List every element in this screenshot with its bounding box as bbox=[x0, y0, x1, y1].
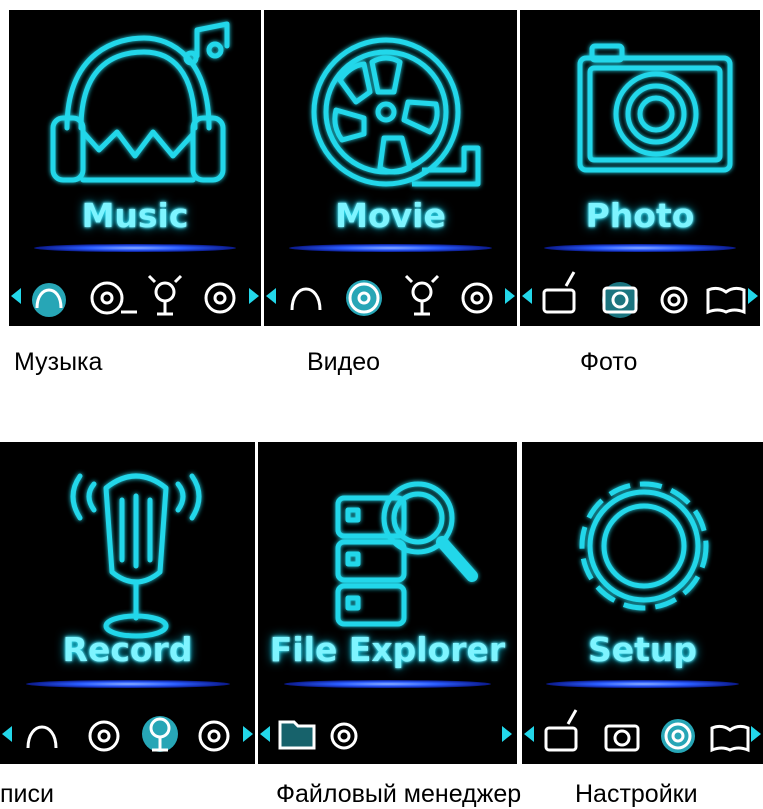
nav-bar bbox=[260, 720, 512, 750]
caption-record: писи bbox=[0, 780, 54, 808]
screen-setup[interactable]: Setup bbox=[522, 442, 763, 764]
nav-bar bbox=[524, 709, 761, 753]
nav-right-arrow[interactable] bbox=[748, 288, 758, 304]
caption-file-explorer: Файловый менеджер bbox=[276, 780, 522, 808]
disc-icon bbox=[198, 720, 230, 752]
screen-movie[interactable]: Movie bbox=[264, 10, 517, 326]
caption-music: Музыка bbox=[14, 348, 103, 376]
nav-right-arrow[interactable] bbox=[505, 288, 515, 304]
radio-icon bbox=[542, 288, 576, 314]
nav-left-arrow[interactable] bbox=[11, 288, 21, 304]
gear-icon bbox=[660, 286, 688, 314]
disc-icon bbox=[204, 282, 236, 314]
nav-left-arrow[interactable] bbox=[524, 726, 534, 742]
headphones-icon bbox=[26, 725, 58, 749]
nav-left-arrow[interactable] bbox=[522, 288, 532, 304]
gear-icon bbox=[330, 722, 358, 750]
screen-file-explorer[interactable]: File Explorer bbox=[258, 442, 517, 764]
caption-setup: Настройки bbox=[575, 780, 698, 808]
nav-bar bbox=[11, 274, 259, 317]
nav-bar bbox=[2, 716, 253, 752]
screen-record[interactable]: Record bbox=[0, 442, 255, 764]
film-reel-icon bbox=[88, 720, 120, 752]
nav-right-arrow[interactable] bbox=[502, 726, 512, 742]
nav-bar bbox=[522, 271, 758, 318]
nav-right-arrow[interactable] bbox=[751, 726, 761, 742]
nav-left-arrow[interactable] bbox=[266, 288, 276, 304]
film-reel-icon bbox=[90, 281, 124, 315]
caption-photo: Фото bbox=[580, 348, 638, 376]
disc-icon bbox=[461, 282, 493, 314]
nav-left-arrow[interactable] bbox=[260, 726, 270, 742]
screen-photo[interactable]: Photo bbox=[520, 10, 760, 326]
book-icon bbox=[706, 286, 746, 315]
microphone-icon bbox=[411, 281, 433, 303]
nav-right-arrow[interactable] bbox=[249, 288, 259, 304]
caption-movie: Видео bbox=[307, 348, 381, 376]
nav-right-arrow[interactable] bbox=[243, 726, 253, 742]
nav-left-arrow[interactable] bbox=[2, 726, 12, 742]
book-icon bbox=[710, 724, 750, 753]
nav-bar bbox=[266, 274, 515, 316]
folder-icon bbox=[278, 720, 316, 750]
microphone-icon bbox=[154, 281, 176, 303]
headphones-icon bbox=[290, 287, 322, 311]
screen-music[interactable]: Music bbox=[9, 10, 261, 326]
radio-icon bbox=[544, 726, 578, 752]
